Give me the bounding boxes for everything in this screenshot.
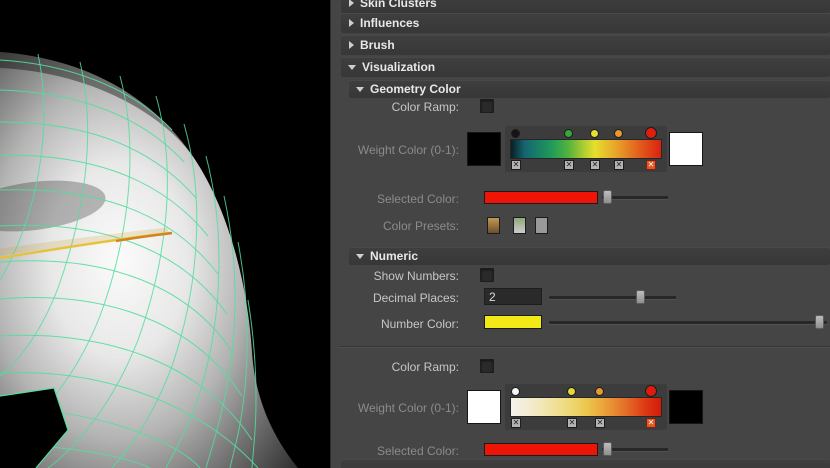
ramp-color-stop[interactable] bbox=[590, 129, 599, 138]
weight-color-label: Weight Color (0-1): bbox=[357, 143, 459, 157]
ramp-interp-marker[interactable] bbox=[590, 160, 600, 170]
subsection-header-label: Geometry Color bbox=[370, 82, 461, 96]
number-color-swatch[interactable] bbox=[484, 315, 542, 329]
expand-arrow-icon bbox=[356, 253, 364, 259]
collapse-arrow-icon bbox=[349, 0, 354, 7]
ramp-color-stop[interactable] bbox=[511, 129, 520, 138]
section-header-label: Brush bbox=[360, 38, 395, 52]
ramp-color-stop[interactable] bbox=[614, 129, 623, 138]
number-color-label: Number Color: bbox=[380, 317, 459, 331]
ramp-color-stop[interactable] bbox=[564, 129, 573, 138]
section-header-label: Visualization bbox=[362, 60, 436, 74]
ramp-interp-marker[interactable] bbox=[511, 418, 521, 428]
subsection-header-label: Numeric bbox=[370, 249, 419, 263]
ramp-interp-marker[interactable] bbox=[595, 418, 605, 428]
section-header-label: Influences bbox=[360, 16, 420, 30]
expand-arrow-icon bbox=[356, 86, 364, 92]
ramp-color-stop[interactable] bbox=[511, 387, 520, 396]
ramp-interp-marker[interactable] bbox=[567, 418, 577, 428]
subsection-header-geometry-color[interactable]: Geometry Color bbox=[349, 80, 830, 98]
ramp-color-stop[interactable] bbox=[595, 387, 604, 396]
color-preset-swatch[interactable] bbox=[513, 217, 526, 234]
number-color-slider-track[interactable] bbox=[549, 321, 827, 324]
ramp-interp-marker[interactable] bbox=[564, 160, 574, 170]
selected-color-swatch[interactable] bbox=[484, 443, 598, 456]
weight-color-right-swatch[interactable] bbox=[669, 390, 703, 424]
mesh-wireframe bbox=[0, 0, 330, 468]
collapse-arrow-icon bbox=[349, 41, 354, 49]
section-header-visualization[interactable]: Visualization bbox=[341, 57, 830, 77]
ramp-interp-marker[interactable] bbox=[614, 160, 624, 170]
ramp-color-stop[interactable] bbox=[645, 385, 657, 397]
tool-settings-panel: Skin Clusters Influences Brush Visualiza… bbox=[330, 0, 830, 468]
viewport-3d[interactable] bbox=[0, 0, 330, 468]
decimal-places-slider-track[interactable] bbox=[549, 296, 676, 299]
weight-color-ramp[interactable] bbox=[505, 126, 667, 172]
show-numbers-label: Show Numbers: bbox=[373, 269, 459, 283]
weight-color-left-swatch[interactable] bbox=[467, 132, 501, 166]
group-divider bbox=[339, 346, 830, 348]
section-header-label: Skin Clusters bbox=[360, 0, 437, 10]
ramp-color-stop[interactable] bbox=[645, 127, 657, 139]
show-numbers-checkbox[interactable] bbox=[480, 268, 494, 282]
color-ramp-checkbox[interactable] bbox=[480, 99, 494, 113]
section-header-skin-clusters[interactable]: Skin Clusters bbox=[341, 0, 830, 13]
ramp-gradient-bar[interactable] bbox=[510, 139, 662, 159]
ramp-interp-marker-selected[interactable] bbox=[646, 418, 656, 428]
number-color-slider-handle[interactable] bbox=[815, 315, 824, 329]
color-ramp-label: Color Ramp: bbox=[391, 360, 459, 374]
color-preset-swatch[interactable] bbox=[535, 217, 548, 234]
next-section-header[interactable] bbox=[341, 459, 830, 468]
selected-color-swatch[interactable] bbox=[484, 191, 598, 204]
weight-color-right-swatch[interactable] bbox=[669, 132, 703, 166]
collapse-arrow-icon bbox=[349, 19, 354, 27]
selected-color-slider-handle[interactable] bbox=[603, 190, 612, 204]
color-ramp-checkbox[interactable] bbox=[480, 359, 494, 373]
color-presets-label: Color Presets: bbox=[382, 219, 459, 233]
ramp-interp-marker[interactable] bbox=[511, 160, 521, 170]
decimal-places-label: Decimal Places: bbox=[372, 291, 459, 305]
selected-color-label: Selected Color: bbox=[376, 192, 459, 206]
subsection-header-numeric[interactable]: Numeric bbox=[349, 247, 830, 265]
weight-color-left-swatch[interactable] bbox=[467, 390, 501, 424]
maya-paint-skin-weights-window: Skin Clusters Influences Brush Visualiza… bbox=[0, 0, 830, 468]
selected-color-slider-handle[interactable] bbox=[603, 442, 612, 456]
color-preset-swatch[interactable] bbox=[487, 217, 500, 234]
section-header-influences[interactable]: Influences bbox=[341, 13, 830, 33]
color-ramp-label: Color Ramp: bbox=[391, 100, 459, 114]
ramp-color-stop[interactable] bbox=[567, 387, 576, 396]
weight-color-ramp[interactable] bbox=[505, 384, 667, 430]
section-header-brush[interactable]: Brush bbox=[341, 35, 830, 55]
weight-color-label: Weight Color (0-1): bbox=[357, 401, 459, 415]
expand-arrow-icon bbox=[348, 64, 356, 70]
decimal-places-slider-handle[interactable] bbox=[636, 290, 645, 304]
decimal-places-input[interactable] bbox=[484, 288, 542, 305]
ramp-gradient-bar[interactable] bbox=[510, 397, 662, 417]
selected-color-label: Selected Color: bbox=[376, 444, 459, 458]
ramp-interp-marker-selected[interactable] bbox=[646, 160, 656, 170]
